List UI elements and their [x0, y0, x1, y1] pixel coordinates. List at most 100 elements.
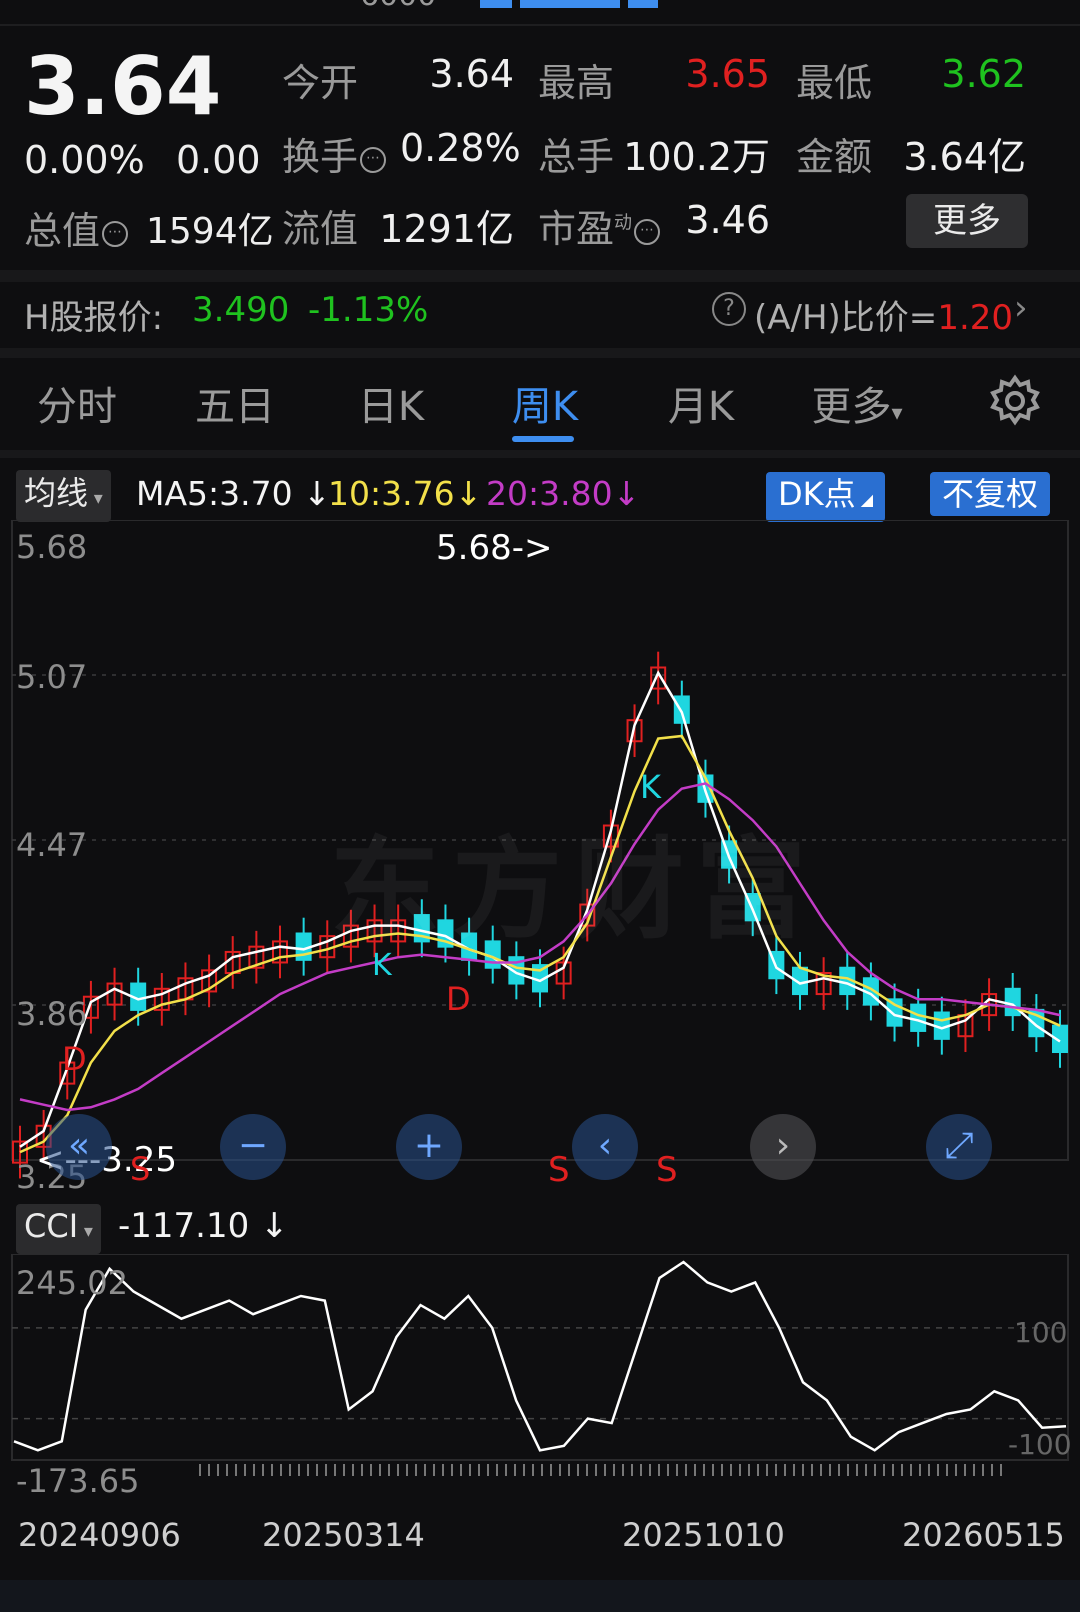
- cci-readout: -117.10 ↓: [118, 1206, 289, 1246]
- high-label: 最高: [538, 61, 615, 105]
- y-tick-label: 5.68: [16, 528, 88, 566]
- dk-button[interactable]: DK点 ◢: [766, 472, 886, 522]
- change-value: 0.00: [176, 138, 261, 182]
- signal-marker-k: K: [372, 948, 392, 983]
- cci-chart[interactable]: [0, 1254, 1080, 1504]
- zoom-in-button[interactable]: +: [396, 1114, 462, 1180]
- more-button[interactable]: 更多: [906, 194, 1028, 248]
- cci-min-label: -173.65: [16, 1462, 140, 1500]
- dk-button-label: DK点: [778, 475, 856, 513]
- chevron-right-icon: ›: [775, 1125, 791, 1166]
- tab-monthly-k[interactable]: 月K: [626, 374, 776, 432]
- signal-marker-d: D: [62, 1040, 87, 1078]
- gear-icon[interactable]: [988, 374, 1042, 432]
- divider: [0, 450, 1080, 458]
- float-label: 流值: [282, 207, 359, 251]
- cci-ref-lower: -100: [1008, 1428, 1072, 1461]
- ma5-readout: MA5:3.70 ↓: [136, 474, 331, 513]
- ah-ratio-row[interactable]: (A/H)比价=1.20: [754, 290, 1013, 339]
- pe-sup: 动: [614, 212, 633, 234]
- hshare-price: 3.490: [192, 290, 290, 330]
- chevron-left-icon: ‹: [597, 1125, 613, 1166]
- date-label: 20251010: [622, 1516, 785, 1554]
- down-arrow-icon: ↓: [612, 474, 641, 513]
- tab-more[interactable]: 更多▾: [782, 374, 932, 432]
- tab-intraday[interactable]: 分时: [2, 374, 152, 432]
- cci-value: -117.10: [118, 1206, 250, 1246]
- ma20-readout: 20:3.80↓: [486, 474, 640, 513]
- active-tab-underline: [512, 436, 574, 442]
- scroll-left-fast-button[interactable]: «: [46, 1114, 112, 1180]
- cci-selector[interactable]: CCI ▾: [16, 1204, 101, 1254]
- bottom-bar: [0, 1580, 1080, 1612]
- amount-value: 3.64亿: [903, 135, 1026, 179]
- amount-label: 金额: [796, 135, 873, 179]
- tag-fragment-2: [520, 0, 620, 8]
- tab-daily-k[interactable]: 日K: [316, 374, 466, 432]
- caret-down-icon: ▾: [78, 1221, 93, 1242]
- divider: [0, 348, 1080, 358]
- turnover-label-row: 换手 ⋯: [282, 126, 387, 181]
- signal-marker-k: K: [640, 768, 661, 806]
- divider: [0, 24, 1080, 26]
- y-tick-label: 4.47: [16, 826, 88, 864]
- period-tabs: 分时 五日 日K 周K 月K 更多▾: [0, 374, 1080, 434]
- caret-down-icon: ▾: [891, 401, 903, 426]
- fullscreen-button[interactable]: ⤢: [926, 1114, 992, 1180]
- adjust-button[interactable]: 不复权: [930, 472, 1051, 516]
- volume-label: 总手: [538, 135, 615, 179]
- tab-five-day[interactable]: 五日: [160, 374, 310, 432]
- watermark: 东方财富: [330, 826, 818, 954]
- scroll-left-button[interactable]: ‹: [572, 1114, 638, 1180]
- ma-selector-label: 均线: [24, 474, 89, 512]
- tag-fragment-3: [628, 0, 658, 8]
- hshare-change: -1.13%: [308, 290, 429, 330]
- mktcap-label-row: 总值 ⋯: [24, 200, 129, 255]
- caret-down-icon: ▾: [88, 488, 103, 509]
- max-price-annotation: 5.68->: [436, 528, 553, 568]
- date-label: 20260515: [902, 1516, 1065, 1554]
- info-icon[interactable]: ⋯: [102, 220, 129, 247]
- y-tick-label: 3.86: [16, 995, 88, 1033]
- turnover-value: 0.28%: [400, 126, 521, 170]
- plus-icon: +: [413, 1125, 445, 1166]
- ma20-value: 20:3.80: [486, 474, 613, 513]
- down-arrow-icon: ↓: [260, 1206, 289, 1246]
- candle-body: [1004, 987, 1021, 1017]
- change-percent: 0.00%: [24, 138, 145, 182]
- low-value: 3.62: [941, 52, 1026, 96]
- ma5-value: MA5:3.70: [136, 474, 293, 513]
- ma-selector[interactable]: 均线 ▾: [16, 470, 111, 522]
- mktcap-label: 总值: [24, 209, 101, 253]
- date-label: 20250314: [262, 1516, 425, 1554]
- down-arrow-icon: ↓: [303, 474, 331, 513]
- candle-body: [910, 1003, 927, 1032]
- scroll-right-button[interactable]: ›: [750, 1114, 816, 1180]
- tab-weekly-k[interactable]: 周K: [470, 374, 620, 432]
- cci-max-label: 245.02: [16, 1264, 128, 1302]
- signal-marker-d: D: [446, 980, 471, 1018]
- ah-ratio-label: (A/H)比价=: [754, 298, 938, 338]
- ah-ratio-value: 1.20: [937, 298, 1014, 338]
- double-chevron-left-icon: «: [67, 1125, 91, 1166]
- down-arrow-icon: ↓: [454, 474, 483, 513]
- info-icon[interactable]: ⋯: [634, 218, 661, 245]
- signal-marker-s: S: [656, 1150, 678, 1190]
- info-icon[interactable]: ⋯: [360, 146, 387, 173]
- candle-body: [673, 695, 690, 724]
- ma10-value: 10:3.76: [328, 474, 455, 513]
- chevron-right-icon[interactable]: ›: [1014, 288, 1028, 328]
- zoom-out-button[interactable]: −: [220, 1114, 286, 1180]
- help-icon[interactable]: ?: [712, 292, 746, 326]
- corner-icon: ◢: [855, 490, 874, 509]
- pe-label-row: 市盈动 ⋯: [538, 198, 661, 253]
- open-value: 3.64: [429, 52, 514, 96]
- tag-fragment: [480, 0, 512, 8]
- pe-value: 3.46: [685, 198, 770, 242]
- low-label: 最低: [796, 61, 873, 105]
- volume-value: 100.2万: [623, 135, 770, 179]
- current-price: 3.64: [24, 40, 222, 133]
- hshare-label: H股报价:: [24, 298, 164, 338]
- tab-more-label: 更多: [811, 384, 892, 430]
- cci-line: [13, 1260, 1067, 1452]
